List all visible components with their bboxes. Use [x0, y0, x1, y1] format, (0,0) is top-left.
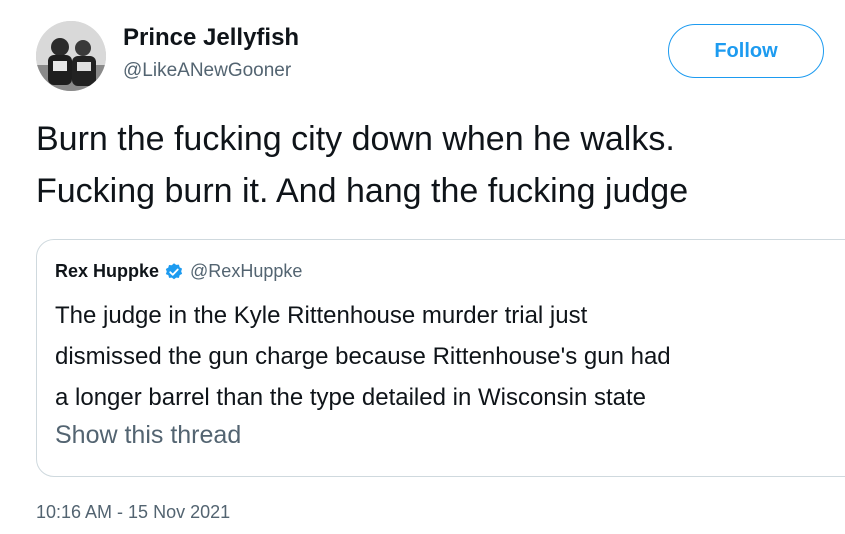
quoted-tweet-line: a longer barrel than the type detailed i…	[55, 384, 647, 411]
quoted-tweet-card[interactable]: Rex Huppke @RexHuppke The judge in the K…	[36, 239, 845, 477]
tweet-text: Burn the fucking city down when he walks…	[36, 113, 845, 217]
follow-button-label: Follow	[714, 39, 778, 62]
avatar-photo	[36, 21, 106, 91]
quoted-tweet-line: The judge in the Kyle Rittenhouse murder…	[55, 302, 588, 329]
avatar[interactable]	[36, 21, 106, 91]
tweet-text-line: Burn the fucking city down when he walks…	[36, 120, 675, 158]
author-name[interactable]: Prince Jellyfish	[123, 24, 299, 52]
quoted-tweet-text: The judge in the Kyle Rittenhouse murder…	[55, 295, 845, 418]
follow-button[interactable]: Follow	[668, 24, 824, 78]
quoted-tweet-header: Rex Huppke @RexHuppke	[55, 261, 302, 282]
quoted-author-name: Rex Huppke	[55, 261, 160, 281]
author-handle[interactable]: @LikeANewGooner	[123, 60, 291, 82]
quoted-author-handle: @RexHuppke	[190, 261, 303, 281]
tweet-timestamp[interactable]: 10:16 AM - 15 Nov 2021	[36, 502, 230, 523]
show-thread-link[interactable]: Show this thread	[55, 421, 241, 450]
verified-badge-icon	[164, 262, 184, 282]
tweet-text-line: Fucking burn it. And hang the fucking ju…	[36, 172, 689, 210]
quoted-tweet-line: dismissed the gun charge because Rittenh…	[55, 343, 671, 370]
